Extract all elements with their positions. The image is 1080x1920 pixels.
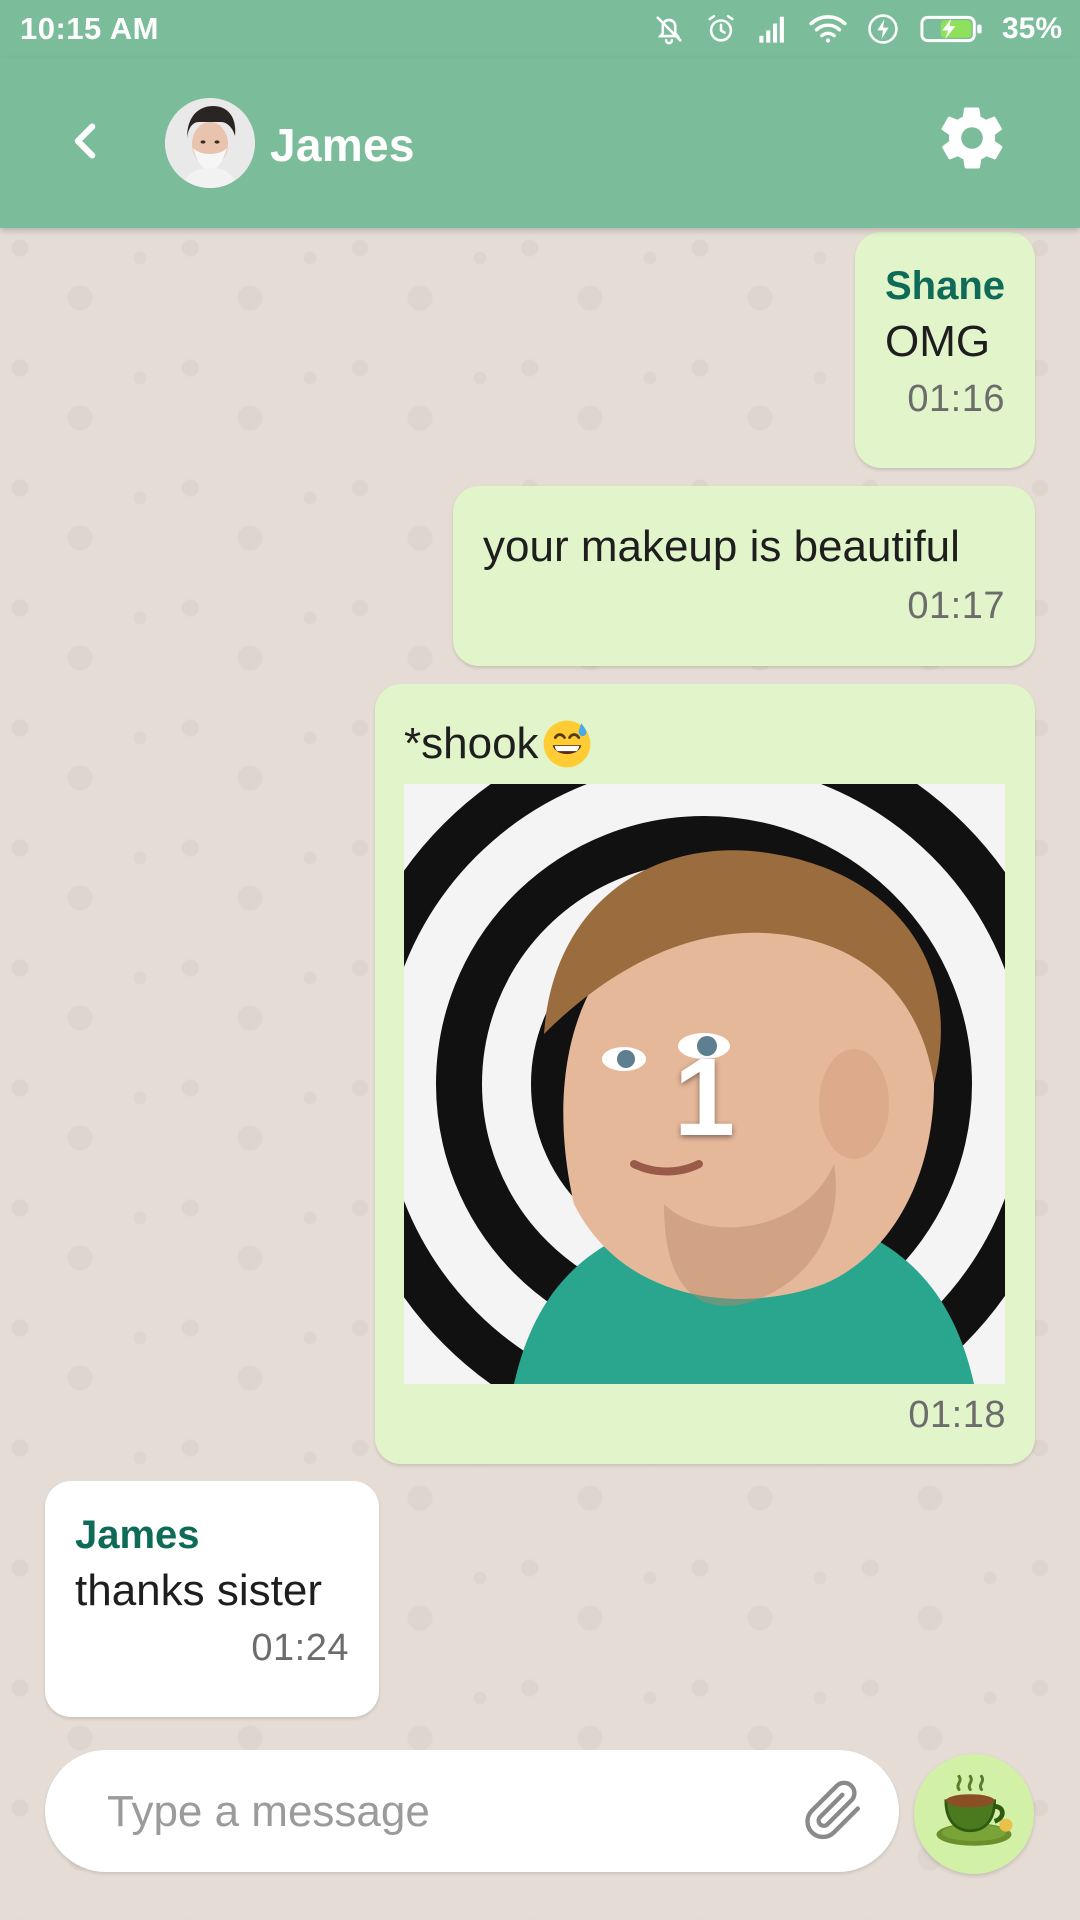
send-button[interactable] xyxy=(914,1754,1034,1874)
message-bubble-incoming[interactable]: James thanks sister 01:24 xyxy=(45,1481,379,1717)
settings-button[interactable] xyxy=(934,102,1010,178)
message-bubble-outgoing[interactable]: Shane OMG 01:16 xyxy=(855,232,1035,468)
message-sender: Shane xyxy=(885,264,1006,308)
chat-header: James xyxy=(0,58,1080,228)
signal-icon xyxy=(756,14,790,44)
mute-icon xyxy=(652,12,686,46)
message-time: 01:17 xyxy=(907,584,1005,627)
status-bar: 10:15 AM 35% xyxy=(0,0,1080,58)
status-icons: 35% xyxy=(652,12,1062,46)
message-text: your makeup is beautiful xyxy=(483,522,960,571)
message-caption: *shook xyxy=(404,718,1006,770)
coffee-cup-icon xyxy=(929,1767,1019,1862)
message-text: OMG xyxy=(885,317,991,366)
message-text: thanks sister xyxy=(75,1566,322,1615)
paperclip-icon xyxy=(798,1775,868,1850)
wifi-icon xyxy=(808,13,848,45)
message-input[interactable] xyxy=(105,1750,769,1874)
message-sender: James xyxy=(75,1513,200,1557)
message-time: 01:24 xyxy=(251,1626,349,1669)
message-bubble-outgoing[interactable]: your makeup is beautiful 01:17 xyxy=(453,486,1035,666)
gear-icon xyxy=(935,101,1009,180)
alarm-icon xyxy=(704,12,738,46)
avatar[interactable] xyxy=(165,98,255,188)
message-photo[interactable]: 1 xyxy=(404,784,1005,1384)
back-button[interactable] xyxy=(58,116,112,170)
charging-icon xyxy=(866,12,900,46)
message-text: *shook xyxy=(404,718,539,768)
message-time: 01:16 xyxy=(907,377,1005,420)
grinning-sweat-emoji xyxy=(541,718,593,770)
message-time: 01:18 xyxy=(908,1394,1006,1436)
battery-icon xyxy=(918,13,984,45)
photo-overlay-number: 1 xyxy=(673,1036,736,1159)
message-bubble-outgoing-image[interactable]: *shook 1 01:18 xyxy=(375,684,1035,1464)
battery-percent: 35% xyxy=(1001,12,1062,45)
back-arrow-icon xyxy=(67,119,103,168)
message-composer xyxy=(45,1750,899,1874)
message-list[interactable]: Shane OMG 01:16 your makeup is beautiful… xyxy=(0,228,1080,1728)
contact-name[interactable]: James xyxy=(270,118,415,172)
status-time: 10:15 AM xyxy=(20,11,159,46)
attach-button[interactable] xyxy=(797,1776,869,1848)
